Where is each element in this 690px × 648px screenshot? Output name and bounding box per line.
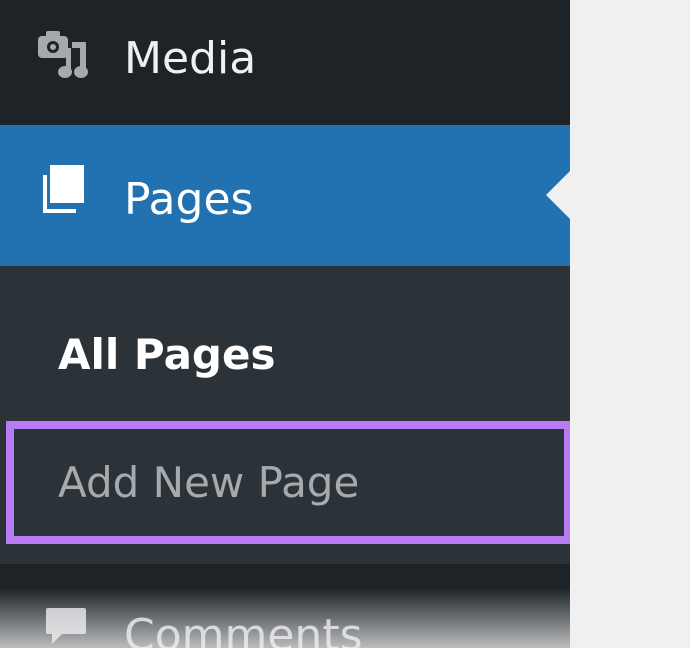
sidebar-item-label: Media [124,33,257,84]
sidebar-item-media[interactable]: Media [0,0,570,125]
main-content-area [570,0,690,648]
admin-sidebar: Media Pages All Pages Add New Page Comme… [0,0,570,648]
submenu-item-all-pages[interactable]: All Pages [0,306,570,406]
submenu-item-add-new-page[interactable]: Add New Page [0,418,570,544]
pages-icon [40,165,96,221]
comments-icon [44,606,100,648]
submenu-item-label: Add New Page [58,458,360,507]
media-icon [38,28,94,84]
pages-submenu: All Pages Add New Page [0,266,570,564]
sidebar-item-comments[interactable]: Comments [0,564,570,648]
submenu-item-label: All Pages [58,330,276,379]
sidebar-item-label: Pages [124,174,254,225]
sidebar-item-label: Comments [124,610,363,648]
sidebar-item-pages[interactable]: Pages [0,125,570,266]
current-menu-arrow [546,171,570,219]
